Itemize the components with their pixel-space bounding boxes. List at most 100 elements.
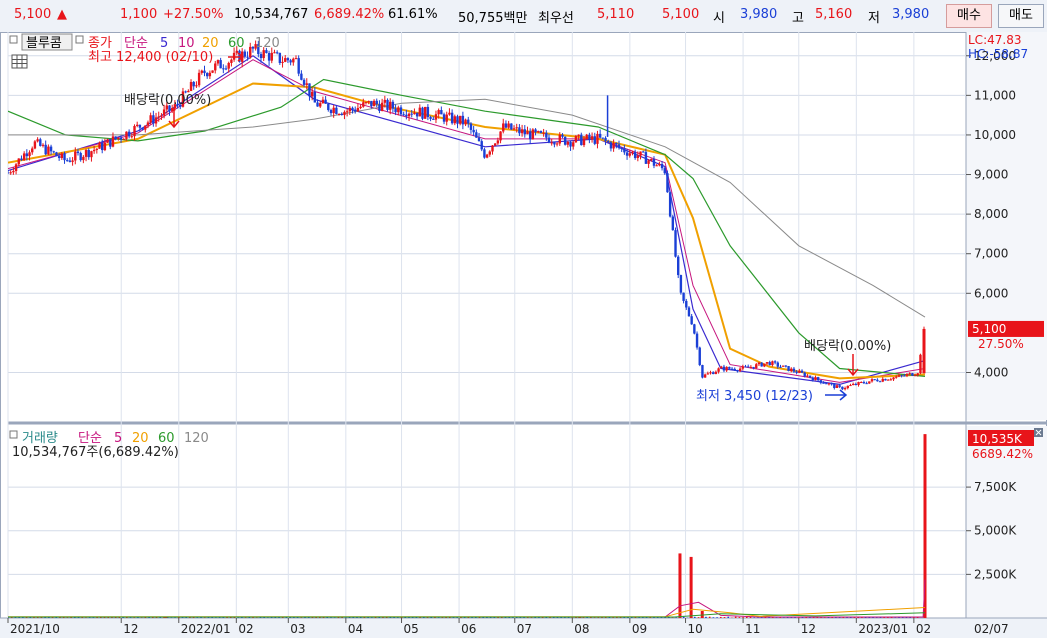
down-candle bbox=[203, 70, 206, 74]
volume-type-label: 단순 bbox=[78, 431, 102, 446]
up-candle bbox=[31, 148, 34, 153]
down-candle bbox=[370, 100, 373, 107]
down-candle bbox=[819, 380, 823, 383]
volume-bar bbox=[708, 616, 711, 618]
up-candle bbox=[359, 106, 362, 109]
down-candle bbox=[539, 131, 543, 133]
down-candle bbox=[467, 119, 470, 124]
date-tick-label: 2022/01 bbox=[181, 622, 231, 636]
down-candle bbox=[854, 383, 858, 385]
down-candle bbox=[784, 365, 788, 367]
down-candle bbox=[354, 109, 357, 112]
price-tick-label: 8,000 bbox=[974, 207, 1008, 221]
volume-bar bbox=[720, 616, 722, 618]
down-candle bbox=[251, 46, 255, 49]
down-candle bbox=[671, 216, 675, 231]
volume-bar bbox=[727, 616, 730, 618]
down-candle bbox=[620, 147, 623, 149]
buy-button[interactable]: 매수 bbox=[946, 4, 992, 28]
volume-bar bbox=[307, 617, 310, 618]
up-candle bbox=[348, 107, 352, 112]
sell-button[interactable]: 매도 bbox=[998, 4, 1044, 28]
up-candle bbox=[892, 377, 895, 380]
volume-bar-spike bbox=[689, 556, 693, 618]
down-candle bbox=[329, 110, 333, 114]
down-candle bbox=[601, 137, 605, 139]
volume-tick-label: 2,500K bbox=[974, 567, 1017, 581]
volume-bar bbox=[742, 617, 744, 618]
down-candle bbox=[674, 230, 677, 257]
volume-tick-label: 7,500K bbox=[974, 480, 1017, 494]
up-candle bbox=[22, 153, 26, 161]
down-candle bbox=[838, 385, 841, 387]
up-candle bbox=[389, 101, 392, 110]
up-candle bbox=[189, 81, 193, 91]
volume-bar bbox=[745, 616, 748, 618]
up-candle bbox=[270, 52, 273, 61]
up-candle bbox=[345, 111, 349, 113]
volume-legend-20: 20 bbox=[132, 431, 149, 446]
high-label: 고 bbox=[792, 11, 804, 26]
down-candle bbox=[469, 123, 473, 130]
down-candle bbox=[141, 127, 144, 130]
up-candle bbox=[235, 50, 238, 53]
up-candle bbox=[47, 146, 50, 155]
up-candle bbox=[380, 102, 384, 111]
date-tick-label: 12 bbox=[801, 622, 816, 636]
down-candle bbox=[335, 107, 338, 115]
down-candle bbox=[205, 73, 209, 77]
volume-bar bbox=[675, 617, 678, 618]
down-candle bbox=[246, 56, 249, 58]
up-candle bbox=[488, 151, 491, 155]
current-price: 5,100 bbox=[14, 7, 52, 22]
up-candle bbox=[870, 379, 874, 382]
up-candle bbox=[464, 119, 467, 125]
up-candle bbox=[798, 370, 801, 373]
up-candle bbox=[12, 171, 15, 173]
volume-pct: 6,689.42% bbox=[314, 7, 385, 22]
volume-bar bbox=[122, 617, 124, 618]
down-candle bbox=[687, 307, 691, 317]
down-candle bbox=[286, 58, 290, 61]
date-tick-label: 02/07 bbox=[974, 622, 1009, 636]
table-icon[interactable] bbox=[11, 54, 28, 69]
down-candle bbox=[746, 366, 750, 368]
down-candle bbox=[698, 347, 701, 366]
down-candle bbox=[825, 383, 828, 385]
down-candle bbox=[685, 300, 688, 308]
down-candle bbox=[391, 101, 395, 109]
up-candle bbox=[397, 107, 400, 113]
down-candle bbox=[615, 143, 618, 145]
down-candle bbox=[275, 52, 279, 54]
legend-toggle-icon[interactable] bbox=[75, 35, 84, 44]
volume-value: 10,534,767 bbox=[234, 7, 309, 22]
up-candle bbox=[332, 107, 335, 114]
down-candle bbox=[617, 144, 621, 148]
down-candle bbox=[57, 156, 61, 159]
up-candle bbox=[133, 125, 136, 137]
up-candle bbox=[749, 366, 753, 368]
down-candle bbox=[623, 148, 626, 153]
down-candle bbox=[795, 371, 798, 373]
down-candle bbox=[316, 102, 319, 107]
hc-label: HC:-58.87 bbox=[968, 47, 1028, 61]
volume-bar bbox=[378, 617, 381, 618]
up-candle bbox=[507, 123, 510, 128]
up-candle bbox=[908, 373, 911, 375]
price-tick-label: 11,000 bbox=[974, 88, 1016, 102]
down-candle bbox=[642, 151, 645, 153]
date-tick-label: 03 bbox=[290, 622, 305, 636]
legend-toggle-icon[interactable] bbox=[9, 430, 18, 439]
up-candle bbox=[227, 62, 230, 69]
up-candle bbox=[458, 115, 462, 124]
up-candle bbox=[170, 108, 174, 111]
legend-toggle-icon[interactable] bbox=[9, 35, 18, 44]
up-candle bbox=[319, 103, 322, 107]
up-candle bbox=[82, 156, 85, 161]
volume-bar bbox=[716, 617, 718, 618]
up-candle bbox=[725, 366, 728, 371]
price-tick-label: 4,000 bbox=[974, 365, 1008, 379]
up-candle bbox=[537, 131, 540, 133]
stock-chart[interactable]: 12,00011,00010,0009,0008,0007,0006,0004,… bbox=[0, 32, 1047, 638]
down-candle bbox=[480, 141, 483, 150]
